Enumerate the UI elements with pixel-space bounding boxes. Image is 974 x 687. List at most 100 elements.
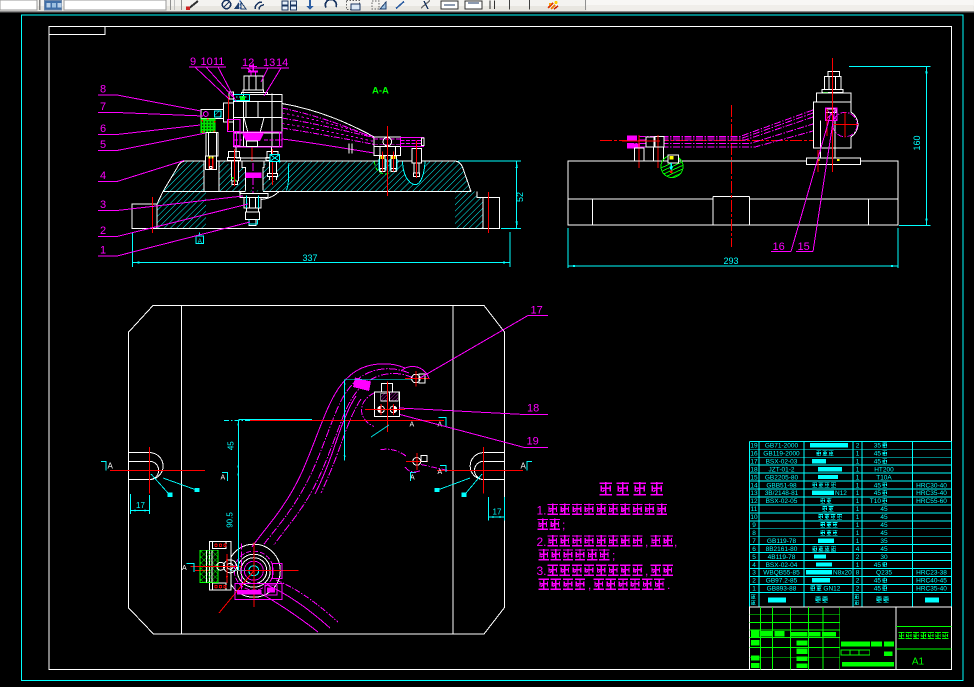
svg-text:35: 35 — [874, 443, 882, 450]
svg-text:.: . — [667, 578, 670, 592]
svg-text:1: 1 — [856, 562, 860, 569]
svg-text:1: 1 — [752, 586, 756, 593]
svg-text:8B2161-80: 8B2161-80 — [766, 546, 798, 553]
svg-text:T10: T10 — [870, 498, 882, 505]
svg-text:19: 19 — [750, 443, 758, 450]
svg-text:1: 1 — [856, 514, 860, 521]
svg-text:,: , — [588, 578, 591, 592]
svg-text:,: , — [645, 535, 648, 549]
svg-text:JZT-01-2: JZT-01-2 — [768, 466, 794, 473]
svg-text:19: 19 — [527, 436, 539, 448]
svg-text:2: 2 — [856, 586, 860, 593]
svg-text:45: 45 — [874, 490, 882, 497]
svg-text:10: 10 — [750, 514, 758, 521]
svg-text:Q235: Q235 — [876, 570, 892, 577]
svg-text:N12: N12 — [835, 490, 847, 497]
svg-text:45: 45 — [874, 458, 882, 465]
svg-text:7: 7 — [752, 538, 756, 545]
svg-text:1: 1 — [856, 522, 860, 529]
svg-text:13: 13 — [263, 57, 275, 69]
svg-text:45: 45 — [874, 586, 882, 593]
svg-text:1: 1 — [100, 245, 106, 257]
svg-text:5: 5 — [100, 139, 106, 151]
svg-text:3B/2148-81: 3B/2148-81 — [765, 490, 799, 497]
svg-text:11: 11 — [213, 56, 224, 68]
svg-text:HRC35-40: HRC35-40 — [916, 586, 947, 593]
svg-text:HRC35-40: HRC35-40 — [916, 490, 947, 497]
svg-text:GB2205-80: GB2205-80 — [765, 474, 799, 481]
svg-text:1: 1 — [856, 506, 860, 513]
svg-text:6: 6 — [100, 123, 106, 135]
svg-text:3: 3 — [100, 199, 106, 211]
svg-text:N8x20: N8x20 — [833, 570, 852, 577]
svg-text:5: 5 — [752, 554, 756, 561]
svg-text:3.: 3. — [537, 564, 547, 578]
svg-text:BSX-02-05: BSX-02-05 — [766, 498, 798, 505]
svg-text:1: 1 — [856, 450, 860, 457]
svg-text:,: , — [645, 564, 648, 578]
svg-text:15: 15 — [750, 474, 758, 481]
svg-text:A1: A1 — [912, 657, 925, 668]
svg-text:GB119-2000: GB119-2000 — [763, 450, 800, 457]
svg-text:A: A — [108, 462, 114, 471]
svg-text:4: 4 — [100, 170, 106, 182]
svg-text:45: 45 — [874, 482, 882, 489]
svg-text:A: A — [438, 469, 443, 476]
svg-text:3: 3 — [752, 570, 756, 577]
svg-text:8: 8 — [752, 530, 756, 537]
svg-text:1: 1 — [856, 530, 860, 537]
svg-text:2: 2 — [100, 225, 106, 237]
svg-text:52: 52 — [515, 192, 525, 202]
svg-text:6: 6 — [752, 546, 756, 553]
svg-text:45: 45 — [874, 578, 882, 585]
svg-text:1: 1 — [856, 458, 860, 465]
svg-text:HT200: HT200 — [874, 466, 894, 473]
svg-text:17: 17 — [531, 305, 543, 317]
svg-text:BSX-02-03: BSX-02-03 — [766, 458, 798, 465]
svg-text:1: 1 — [856, 498, 860, 505]
svg-text:A: A — [521, 462, 527, 471]
svg-text:11: 11 — [751, 506, 758, 513]
svg-text:,: , — [674, 535, 677, 549]
svg-text:A-A: A-A — [372, 86, 389, 97]
svg-text:1: 1 — [856, 538, 860, 545]
svg-text:17: 17 — [493, 508, 502, 517]
svg-text:8: 8 — [100, 84, 106, 96]
svg-text:1.: 1. — [537, 504, 547, 518]
svg-text:GN12: GN12 — [823, 586, 840, 593]
svg-text:18: 18 — [527, 403, 539, 415]
svg-text:2: 2 — [856, 554, 860, 561]
svg-text:A: A — [410, 422, 415, 429]
svg-text:160: 160 — [912, 135, 922, 150]
svg-text:1: 1 — [856, 466, 860, 473]
svg-text:A: A — [182, 565, 187, 572]
svg-text:18: 18 — [750, 466, 758, 473]
svg-text:2: 2 — [752, 578, 756, 585]
svg-text:GB97.2-85: GB97.2-85 — [766, 578, 798, 585]
svg-text:30: 30 — [880, 554, 888, 561]
svg-text:337: 337 — [302, 253, 317, 263]
svg-text:A: A — [198, 239, 202, 245]
svg-text:45: 45 — [880, 506, 888, 513]
svg-text:GB71-2000: GB71-2000 — [765, 443, 799, 450]
svg-text:HRC55-60: HRC55-60 — [916, 498, 947, 505]
svg-text:12: 12 — [750, 498, 758, 505]
svg-text:1: 1 — [856, 482, 860, 489]
svg-text:45: 45 — [880, 530, 888, 537]
svg-text:2.: 2. — [537, 535, 547, 549]
svg-text:;: ; — [612, 549, 615, 563]
svg-text:A: A — [221, 475, 226, 482]
svg-text:45: 45 — [880, 522, 888, 529]
svg-text:4: 4 — [752, 562, 756, 569]
svg-text:293: 293 — [723, 256, 738, 266]
svg-text:14: 14 — [276, 57, 288, 69]
svg-text:GB119-78: GB119-78 — [767, 538, 797, 545]
svg-text:;: ; — [562, 518, 565, 532]
svg-text:1: 1 — [856, 474, 860, 481]
svg-text:90.5: 90.5 — [226, 512, 235, 528]
svg-text:4B119-78: 4B119-78 — [768, 554, 796, 561]
svg-text:2: 2 — [856, 443, 860, 450]
svg-text:HRC23-38: HRC23-38 — [916, 570, 947, 577]
svg-text:12: 12 — [242, 57, 254, 69]
svg-text:17: 17 — [750, 458, 758, 465]
